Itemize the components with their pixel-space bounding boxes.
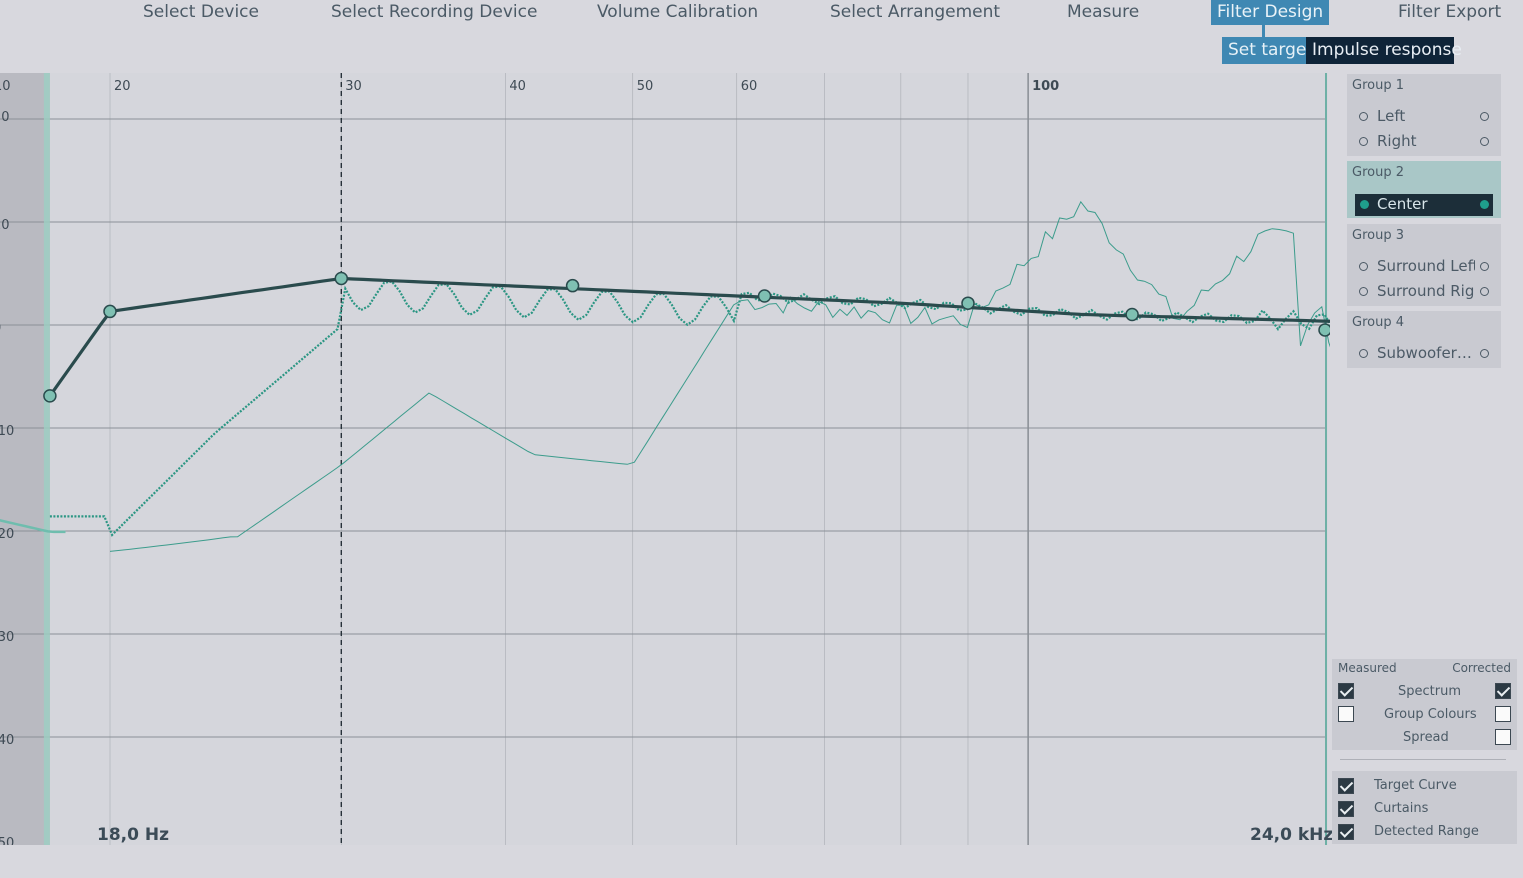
detected-range-label: Detected Range: [1374, 824, 1479, 839]
group-4: Group 4 Subwoofer / LFE: [1347, 311, 1501, 368]
channel-right[interactable]: Right: [1355, 131, 1493, 153]
y-tick-label: 10: [0, 218, 10, 233]
low-curtain-label: 18,0 Hz: [97, 825, 169, 845]
corrected-group-colours-checkbox[interactable]: [1495, 706, 1511, 722]
spread-label: Spread: [1403, 730, 1449, 745]
x-tick-label: 40: [509, 79, 526, 94]
target-control-point[interactable]: [1125, 307, 1139, 322]
display-options: Measured Corrected Spectrum Group Colour…: [1332, 659, 1517, 750]
target-control-point[interactable]: [1318, 323, 1330, 337]
channel-label: Center: [1377, 195, 1428, 213]
selected-dot-icon: [1360, 200, 1369, 209]
x-tick-label: 30: [345, 79, 362, 94]
channel-surround-left[interactable]: Surround Left: [1355, 256, 1493, 278]
corrected-spread-checkbox[interactable]: [1495, 729, 1511, 745]
measured-header: Measured: [1338, 661, 1397, 675]
y-tick-label: -40: [0, 733, 14, 748]
radio-icon: [1359, 137, 1368, 146]
target-control-point[interactable]: [103, 304, 117, 319]
nav-filter-export[interactable]: Filter Export: [1398, 0, 1501, 25]
target-curve-label: Target Curve: [1374, 778, 1457, 793]
radio-icon: [1359, 287, 1368, 296]
radio-icon: [1359, 349, 1368, 358]
high-curtain-label: 24,0 kHz: [1250, 825, 1334, 845]
group-title: Group 4: [1352, 315, 1404, 330]
measured-group-colours-checkbox[interactable]: [1338, 706, 1354, 722]
channel-label: Subwoofer / LFE: [1377, 344, 1475, 362]
target-control-point[interactable]: [757, 289, 772, 303]
group-colours-label: Group Colours: [1384, 707, 1477, 722]
target-control-point[interactable]: [565, 278, 580, 293]
group-2: Group 2 Center: [1347, 161, 1501, 218]
radio-icon: [1480, 112, 1489, 121]
x-tick-label: 20: [114, 79, 131, 94]
radio-icon: [1359, 262, 1368, 271]
curtains-checkbox[interactable]: [1338, 801, 1354, 817]
target-control-point[interactable]: [43, 389, 57, 403]
corrected-header: Corrected: [1452, 661, 1511, 675]
channel-surround-right[interactable]: Surround Right: [1355, 281, 1493, 303]
y-top-label: 10: [0, 79, 11, 94]
x-tick-label: 50: [637, 79, 654, 94]
low-curtain[interactable]: [0, 73, 50, 845]
target-curve-checkbox[interactable]: [1338, 778, 1354, 794]
y-tick-label: 0: [0, 321, 1, 336]
channel-label: Surround Left: [1377, 257, 1475, 275]
channel-label: Surround Right: [1377, 282, 1475, 300]
group-1: Group 1 Left Right: [1347, 74, 1501, 156]
selected-dot-icon: [1480, 200, 1489, 209]
curtain-handle: [43, 73, 50, 845]
radio-icon: [1480, 287, 1489, 296]
divider: [1340, 759, 1506, 760]
channel-subwoofer[interactable]: Subwoofer / LFE: [1355, 343, 1493, 365]
radio-icon: [1480, 262, 1489, 271]
group-title: Group 3: [1352, 228, 1404, 243]
x-tick-label: 60: [741, 79, 758, 94]
radio-icon: [1359, 112, 1368, 121]
target-control-point[interactable]: [961, 296, 975, 310]
channel-center[interactable]: Center: [1355, 194, 1493, 216]
group-title: Group 2: [1352, 165, 1404, 180]
channel-label: Left: [1377, 107, 1406, 125]
y-tick-label: -20: [0, 527, 14, 542]
group-title: Group 1: [1352, 78, 1404, 93]
measured-spectrum-checkbox[interactable]: [1338, 683, 1354, 699]
curtains-label: Curtains: [1374, 801, 1429, 816]
overlay-options: Target Curve Curtains Detected Range: [1332, 771, 1517, 844]
spectrum-label: Spectrum: [1398, 684, 1461, 699]
radio-icon: [1480, 137, 1489, 146]
group-3: Group 3 Surround Left Surround Right: [1347, 224, 1501, 306]
radio-icon: [1480, 349, 1489, 358]
target-control-point[interactable]: [334, 271, 349, 286]
channel-left[interactable]: Left: [1355, 106, 1493, 128]
detected-range-checkbox[interactable]: [1338, 824, 1354, 840]
x-tick-label: 100: [1032, 79, 1059, 94]
plot-background: [0, 73, 1328, 845]
frequency-response-plot[interactable]: 20304050601002003004001K2K3K4K5K10K20K20…: [0, 0, 1330, 845]
corrected-spectrum-checkbox[interactable]: [1495, 683, 1511, 699]
channel-label: Right: [1377, 132, 1417, 150]
y-tick-label: -30: [0, 630, 14, 645]
y-tick-label: 20: [0, 110, 10, 125]
y-tick-label: -50: [0, 836, 14, 845]
y-tick-label: -10: [0, 424, 14, 439]
